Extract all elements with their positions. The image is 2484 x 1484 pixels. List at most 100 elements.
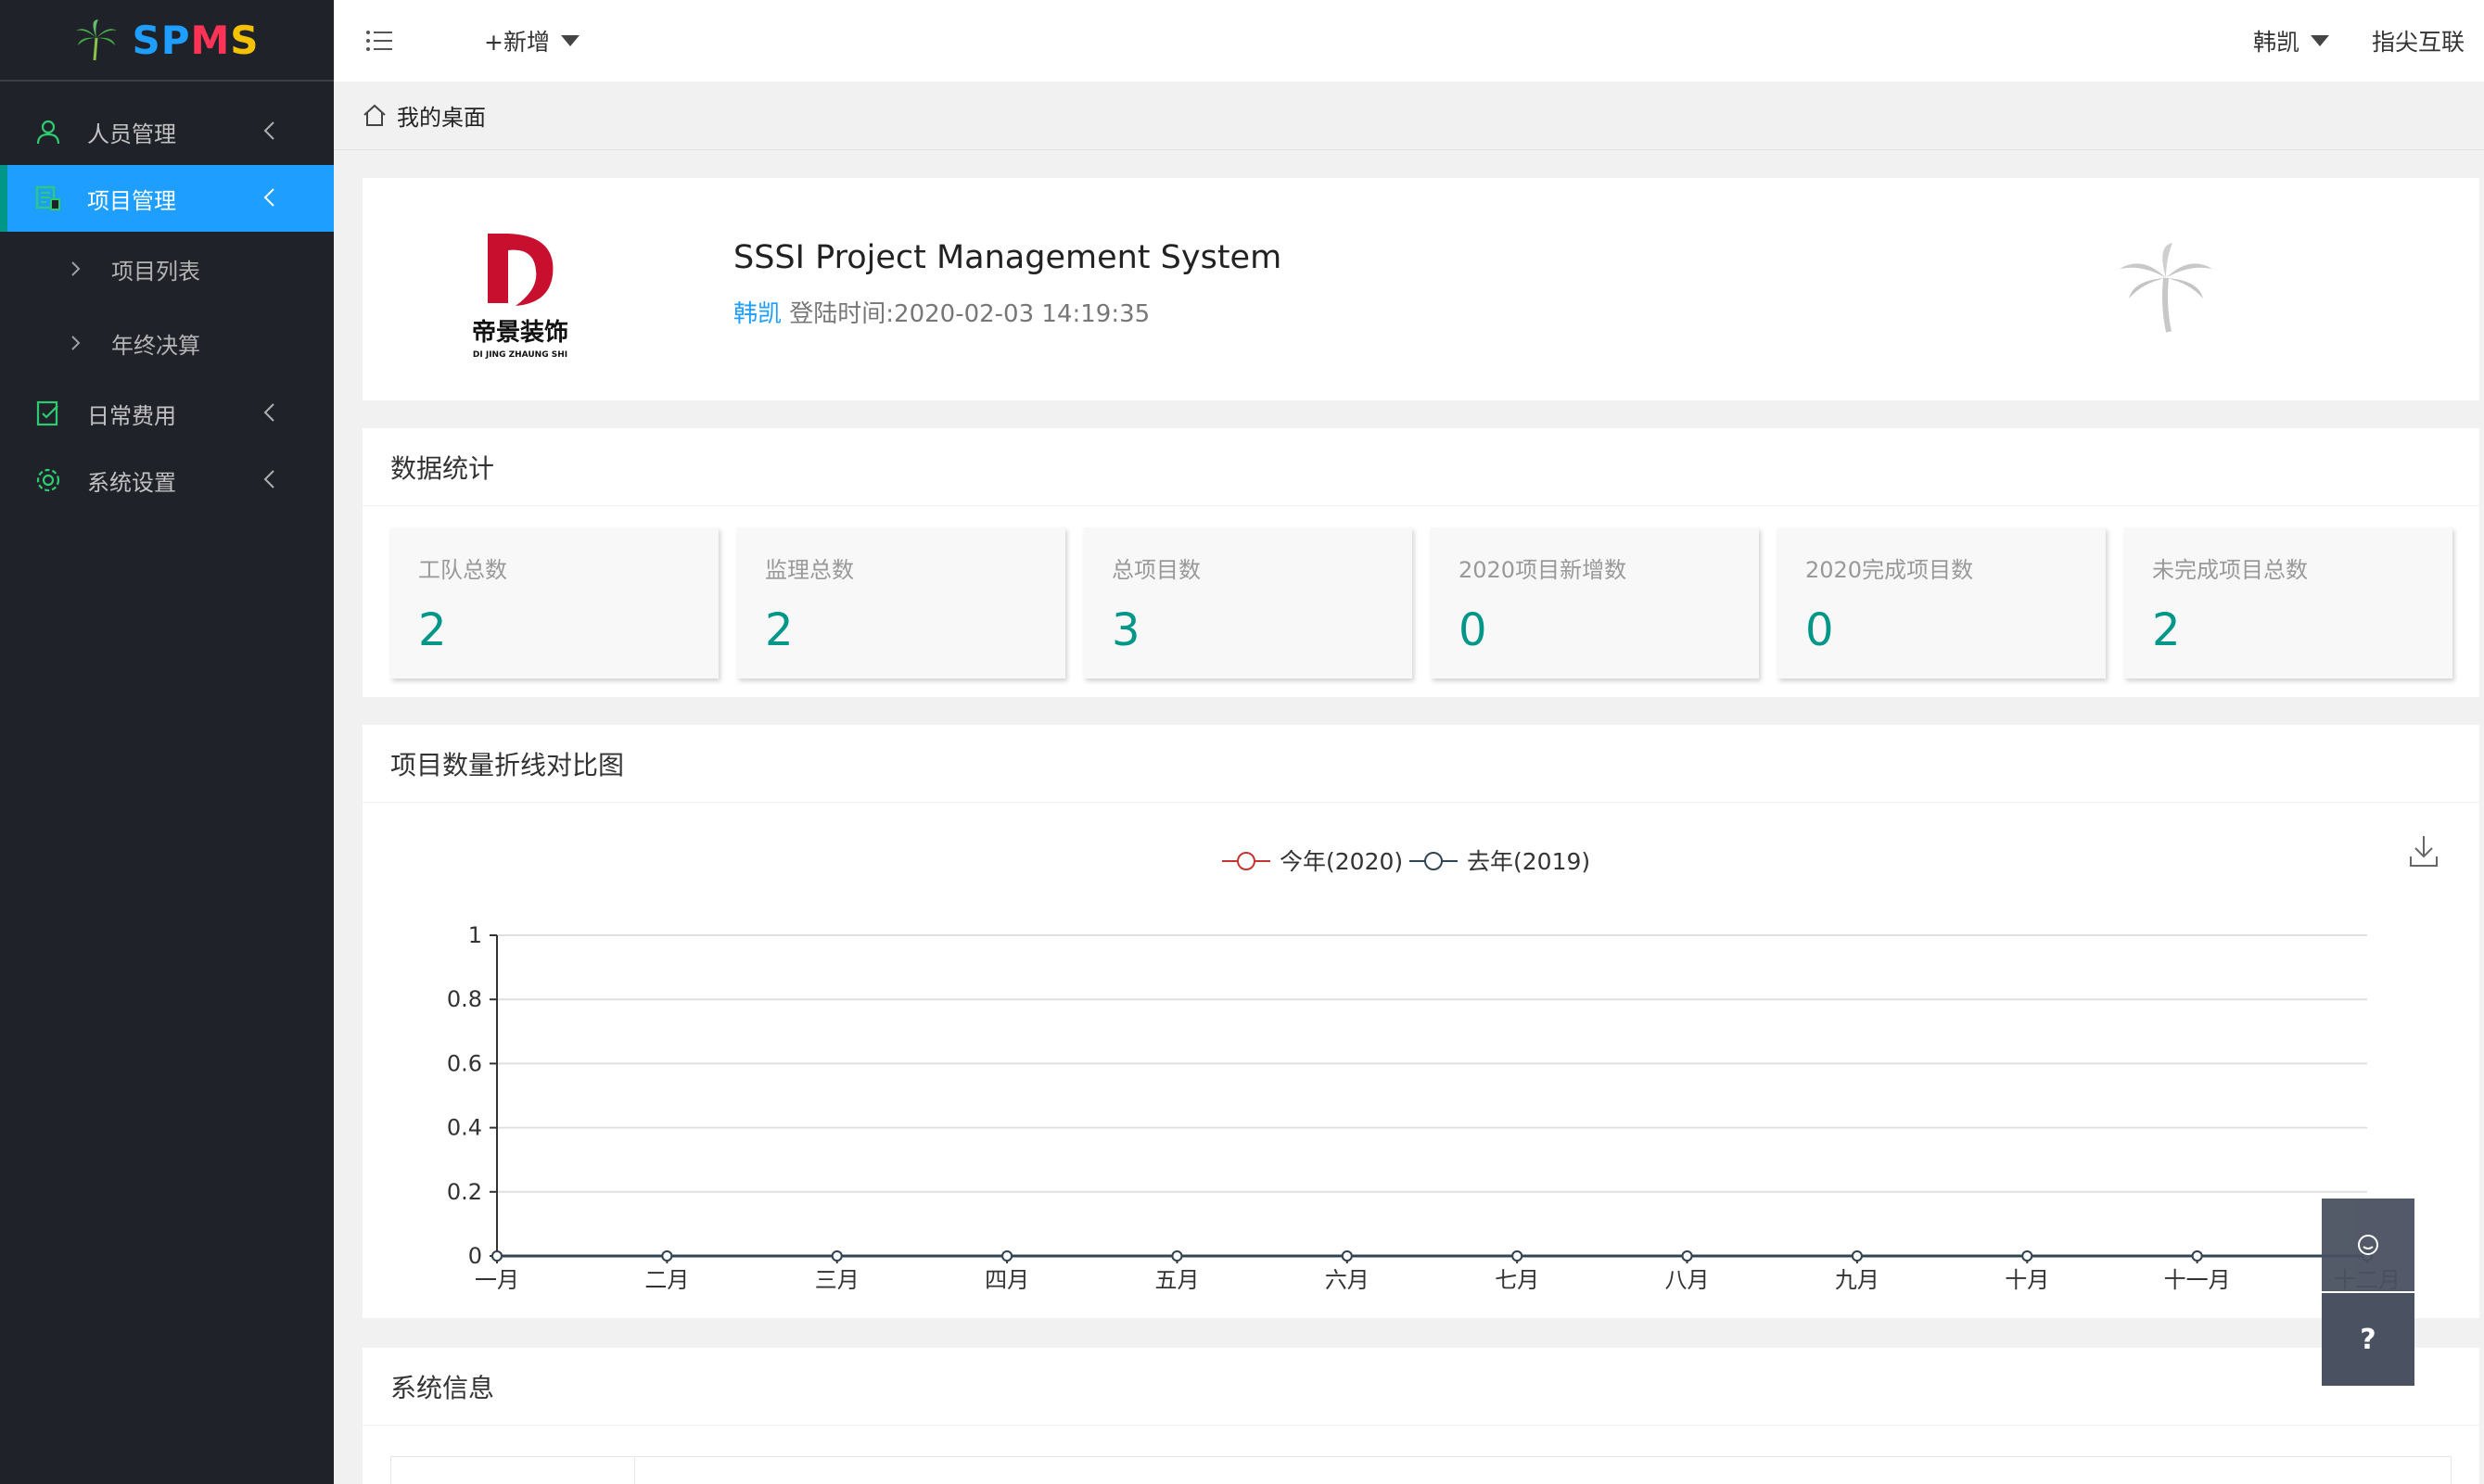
add-new-dropdown[interactable]: +新增 (484, 24, 580, 57)
chevron-left-icon (263, 403, 274, 422)
y-tick-label: 0.6 (447, 1050, 482, 1076)
stats-title: 数据统计 (363, 428, 2479, 506)
chevron-left-icon (263, 121, 274, 140)
table-divider (634, 1457, 635, 1484)
company-link[interactable]: 指尖互联 (2372, 24, 2465, 57)
gear-icon (33, 465, 63, 495)
legend-label: 今年(2020) (1280, 848, 1403, 875)
sidebar-nav: 人员管理 项目管理 项目列表 年终决算 日常费用 系统设置 (0, 82, 334, 514)
y-tick-label: 0.2 (447, 1179, 482, 1205)
menu-toggle-icon[interactable] (365, 28, 395, 54)
stat-value: 2 (2152, 604, 2181, 656)
stat-value: 3 (1112, 604, 1140, 656)
stat-label: 监理总数 (765, 557, 854, 583)
data-point (1001, 1250, 1013, 1262)
chevron-right-icon (71, 261, 81, 276)
sidebar: SPMS 人员管理 项目管理 项目列表 年终决算 日常费用 系统设置 (0, 0, 334, 1484)
legend-label: 去年(2019) (1467, 848, 1590, 875)
x-tick-label: 二月 (644, 1267, 689, 1293)
chart-card: 项目数量折线对比图 今年(2020) 去年(2019) 0 0.2 0.4 0.6 0.8 1… (363, 725, 2479, 1318)
stat-label: 未完成项目总数 (2152, 557, 2308, 583)
data-point (1171, 1250, 1183, 1262)
x-tick-label: 四月 (985, 1267, 1029, 1293)
x-tick-label: 九月 (1835, 1267, 1879, 1293)
data-point (1851, 1250, 1863, 1262)
x-tick-label: 八月 (1665, 1267, 1710, 1293)
sidebar-subitem-label: 年终决算 (111, 332, 200, 359)
sidebar-item-project[interactable]: 项目管理 (0, 165, 334, 232)
sidebar-subitem-project-list[interactable]: 项目列表 (0, 232, 334, 306)
company-logo-cn: 帝景装饰 (472, 318, 568, 347)
palm-tree-icon (2120, 243, 2212, 333)
stats-card: 数据统计 工队总数 2 监理总数 2 总项目数 3 2020项目新增数 0 20… (363, 428, 2479, 697)
stat-card-unfinished-projects[interactable]: 未完成项目总数 2 (2124, 527, 2452, 679)
brand-letter: P (160, 17, 191, 63)
chevron-left-icon (263, 470, 274, 488)
data-point (2191, 1250, 2203, 1262)
system-title: SSSI Project Management System (733, 239, 1282, 276)
sidebar-item-settings[interactable]: 系统设置 (0, 447, 334, 514)
sidebar-item-label: 项目管理 (87, 187, 176, 214)
login-user[interactable]: 韩凯 (733, 300, 782, 328)
stat-card-total-projects[interactable]: 总项目数 3 (1084, 527, 1412, 679)
company-logo: 帝景装饰 DI JING ZHAUNG SHI (472, 234, 568, 360)
sidebar-item-label: 系统设置 (87, 469, 176, 496)
download-icon[interactable] (2410, 836, 2438, 867)
user-icon (33, 117, 63, 146)
top-header: +新增 韩凯 指尖互联 (334, 0, 2484, 82)
home-icon (363, 104, 386, 126)
data-point (491, 1250, 503, 1262)
stat-card-supervisors[interactable]: 监理总数 2 (737, 527, 1065, 679)
legend-marker (1237, 852, 1255, 870)
breadcrumb-label[interactable]: 我的桌面 (397, 99, 486, 132)
line-chart: 今年(2020) 去年(2019) 0 0.2 0.4 0.6 0.8 1 一月 二月 三月 四月 五月… (447, 836, 2438, 1293)
stats-row: 工队总数 2 监理总数 2 总项目数 3 2020项目新增数 0 2020完成项… (390, 527, 2452, 679)
help-button[interactable]: ? (2322, 1293, 2414, 1386)
stat-value: 2 (418, 604, 447, 656)
data-point (661, 1250, 673, 1262)
stat-card-completed-projects[interactable]: 2020完成项目数 0 (1777, 527, 2106, 679)
stat-value: 0 (1805, 604, 1834, 656)
feedback-button[interactable] (2322, 1199, 2414, 1291)
data-point (1341, 1250, 1353, 1262)
sidebar-item-personnel[interactable]: 人员管理 (0, 98, 334, 165)
caret-down-icon (560, 35, 580, 46)
sidebar-item-expense[interactable]: 日常费用 (0, 380, 334, 447)
login-info: 韩凯 登陆时间:2020-02-03 14:19:35 (733, 295, 1150, 329)
stat-label: 2020完成项目数 (1805, 557, 1974, 583)
brand-letter: S (230, 17, 260, 63)
y-tick-label: 0.8 (447, 986, 482, 1012)
project-icon (33, 184, 63, 213)
x-tick-label: 十一月 (2164, 1267, 2231, 1293)
data-point (831, 1250, 843, 1262)
smile-icon (2358, 1235, 2378, 1255)
brand-letter: M (190, 17, 231, 63)
x-tick-label: 一月 (475, 1267, 519, 1293)
x-tick-label: 五月 (1154, 1267, 1199, 1293)
stat-label: 2020项目新增数 (1459, 557, 1627, 583)
stat-card-new-projects[interactable]: 2020项目新增数 0 (1431, 527, 1759, 679)
y-tick-label: 0 (468, 1243, 482, 1269)
brand[interactable]: SPMS (0, 0, 334, 82)
sysinfo-card: 系统信息 (363, 1348, 2479, 1484)
sysinfo-title: 系统信息 (363, 1348, 2479, 1426)
chevron-right-icon (71, 336, 81, 350)
stat-card-teams[interactable]: 工队总数 2 (390, 527, 719, 679)
user-menu[interactable]: 韩凯 (2253, 24, 2330, 57)
caret-down-icon (2311, 35, 2330, 46)
y-tick-label: 0.4 (447, 1115, 482, 1141)
stat-value: 2 (765, 604, 794, 656)
stat-value: 0 (1459, 604, 1487, 656)
chevron-left-icon (263, 188, 274, 207)
sidebar-subitem-year-end[interactable]: 年终决算 (0, 306, 334, 380)
add-new-label: +新增 (484, 29, 550, 56)
data-point (1511, 1250, 1523, 1262)
legend-marker (1424, 852, 1443, 870)
company-logo-en: DI JING ZHAUNG SHI (473, 350, 567, 360)
sysinfo-table (390, 1456, 2452, 1484)
y-tick-label: 1 (468, 922, 482, 948)
sidebar-item-label: 日常费用 (87, 402, 176, 429)
stat-label: 总项目数 (1112, 557, 1201, 583)
brand-letter: S (132, 17, 161, 63)
palm-logo-icon (76, 19, 118, 61)
